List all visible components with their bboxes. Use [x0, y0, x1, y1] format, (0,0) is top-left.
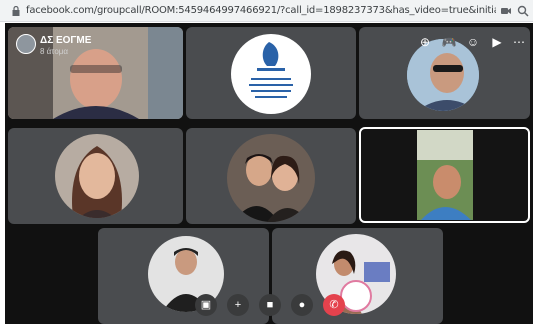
participant-tile-6-active[interactable]: [359, 127, 530, 223]
participant-tile-2[interactable]: [186, 27, 356, 119]
group-avatar: [16, 34, 36, 54]
participant-tile-4[interactable]: [8, 128, 183, 224]
participant-tile-1[interactable]: ΔΣ ΕΟΓΜΕ 8 άτομα: [8, 27, 183, 119]
participant-video: [417, 130, 473, 220]
participant-tile-3[interactable]: ⊕ 🎮 ☺ ▶ ⋯: [359, 27, 530, 119]
video-camera-icon[interactable]: [500, 5, 512, 17]
add-effect-icon[interactable]: ☺: [464, 33, 482, 51]
group-call-window: ΔΣ ΕΟΓΜΕ 8 άτομα ⊕ 🎮 ☺ ▶ ⋯ ▣ + ■ ● ✆: [5, 23, 533, 324]
screen-share-icon: ▣: [200, 299, 212, 311]
play-icon[interactable]: ▶: [488, 33, 506, 51]
member-count: 8 άτομα: [40, 47, 69, 56]
add-person-button[interactable]: +: [227, 294, 249, 316]
organization-logo-avatar: [231, 34, 311, 114]
more-icon[interactable]: ⋯: [510, 33, 528, 51]
participant-avatar: [227, 134, 315, 222]
address-url[interactable]: facebook.com/groupcall/ROOM:545946499746…: [26, 5, 496, 16]
group-name: ΔΣ ΕΟΓΜΕ: [40, 35, 92, 46]
end-call-button[interactable]: ✆: [323, 294, 345, 316]
search-icon[interactable]: [517, 5, 529, 17]
participant-avatar: [55, 134, 139, 218]
end-call-icon: ✆: [329, 299, 339, 311]
screen-share-button[interactable]: ▣: [195, 294, 217, 316]
add-icon[interactable]: ⊕: [416, 33, 434, 51]
participant-tile-5[interactable]: [186, 128, 356, 224]
lock-icon: [12, 6, 20, 16]
microphone-button[interactable]: ●: [291, 294, 313, 316]
add-person-icon: +: [234, 299, 242, 311]
microphone-icon: ●: [298, 299, 306, 311]
camera-button[interactable]: ■: [259, 294, 281, 316]
gamepad-icon[interactable]: 🎮: [440, 33, 458, 51]
camera-icon: ■: [266, 299, 274, 311]
browser-address-bar[interactable]: facebook.com/groupcall/ROOM:545946499746…: [0, 0, 533, 22]
